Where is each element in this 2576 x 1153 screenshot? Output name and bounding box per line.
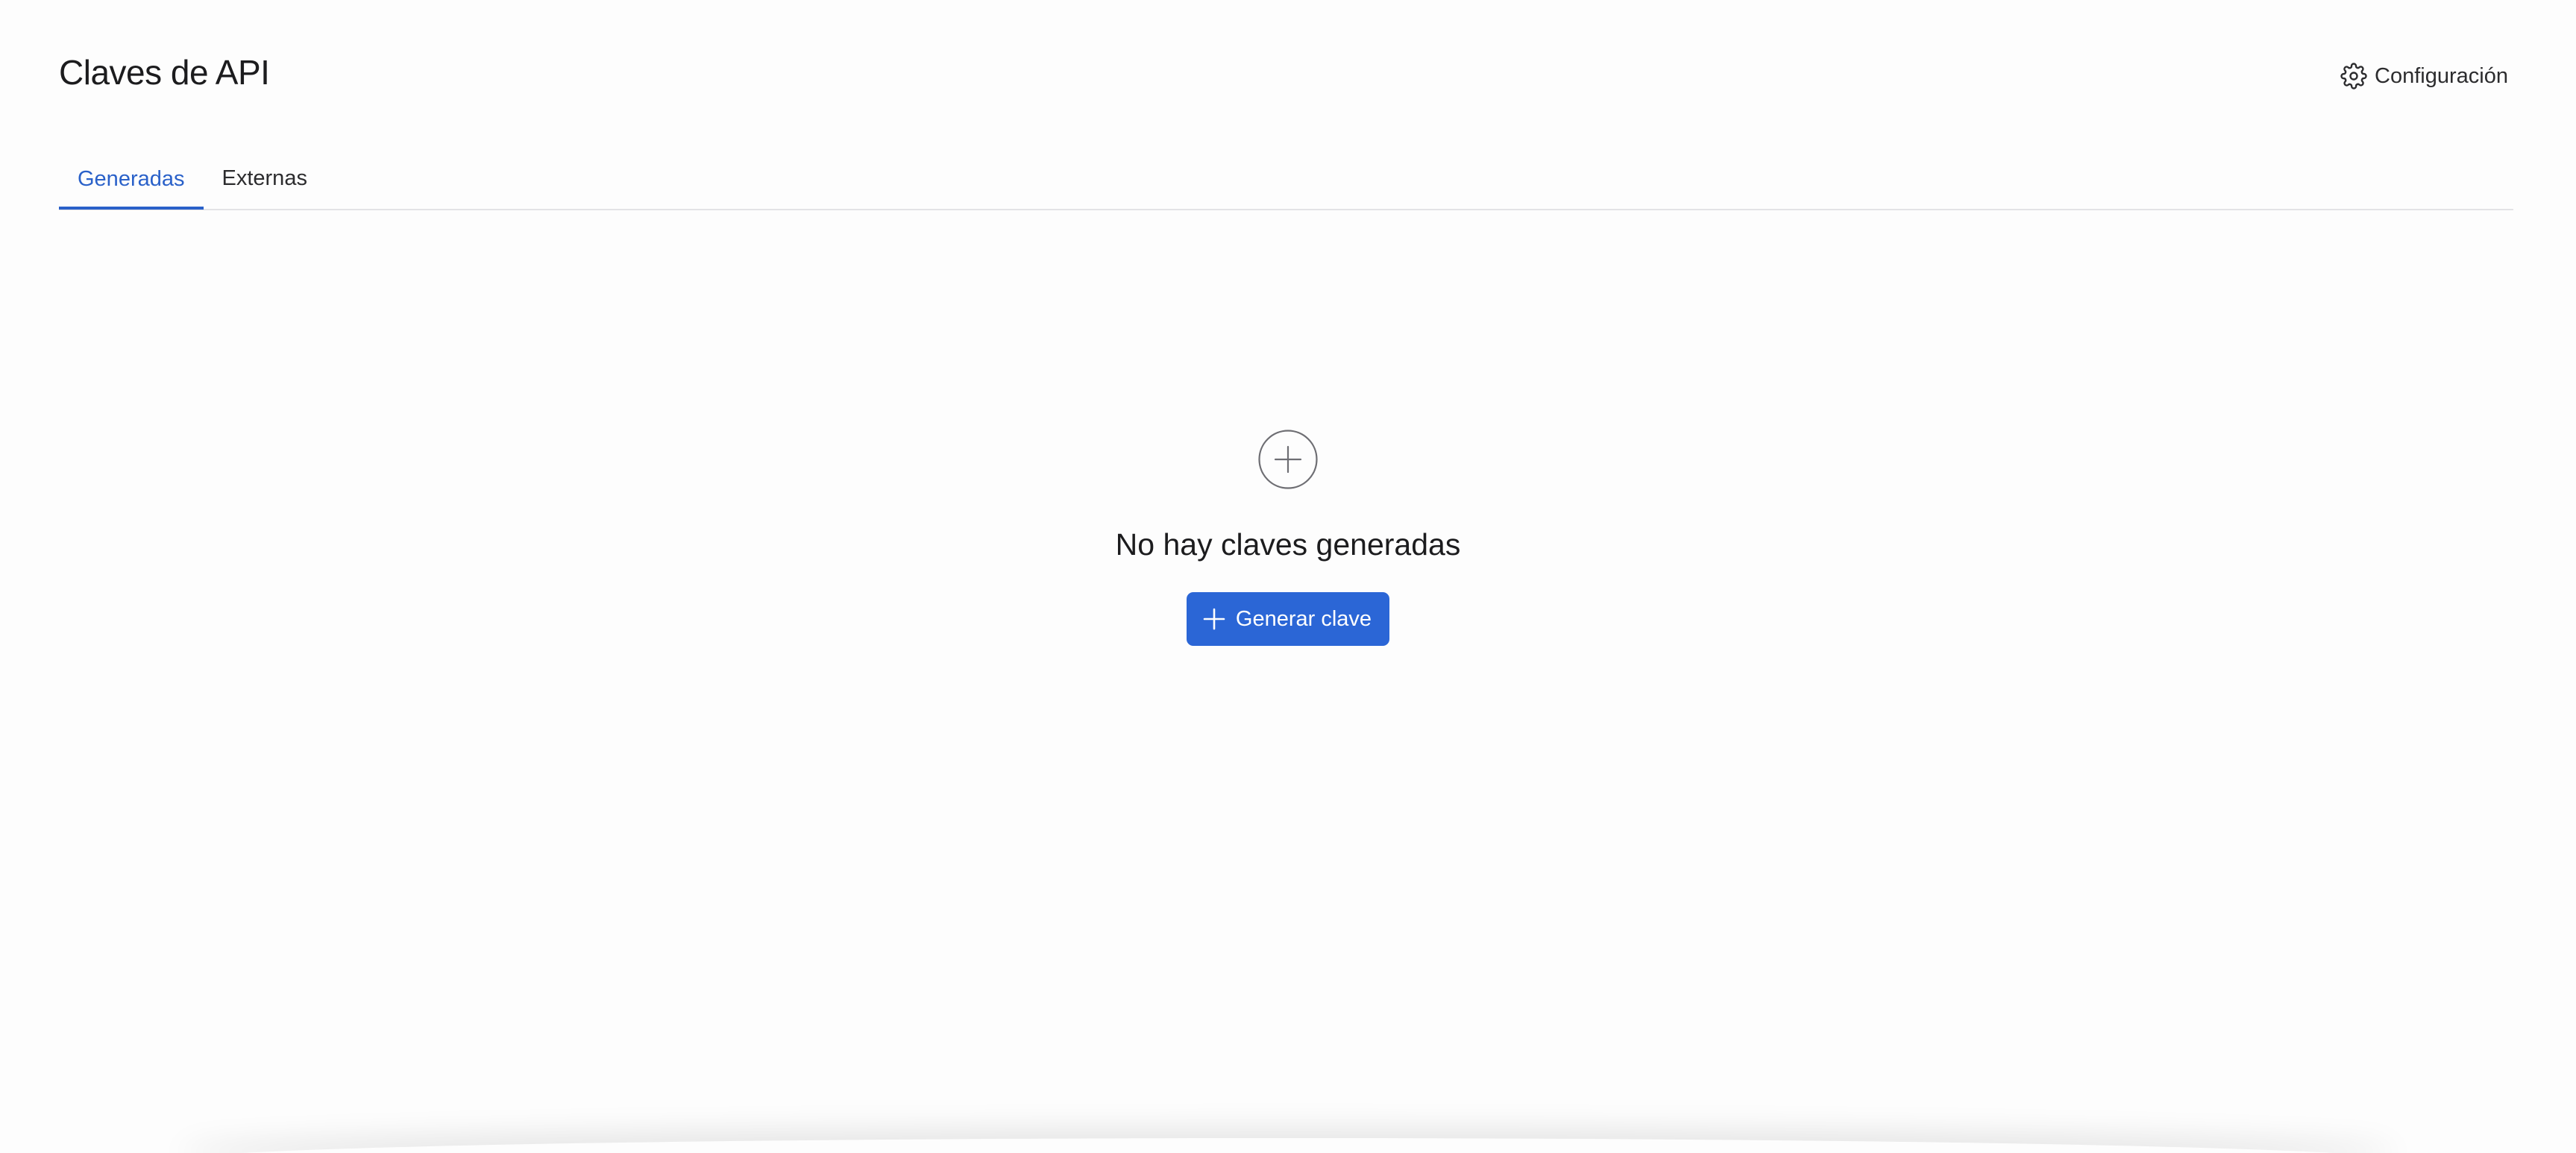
generate-key-label: Generar clave (1235, 606, 1372, 631)
page-title: Claves de API (59, 53, 270, 92)
generate-key-button[interactable]: Generar clave (1186, 592, 1390, 646)
settings-label: Configuración (2375, 63, 2508, 88)
plus-icon (1201, 606, 1227, 632)
plus-circle-icon (1257, 429, 1319, 490)
bottom-panel-shadow (179, 1138, 2397, 1153)
empty-state-message: No hay claves generadas (1115, 527, 1461, 562)
settings-button[interactable]: Configuración (2331, 58, 2517, 94)
page-header: Claves de API Configuración (59, 45, 2517, 104)
tab-externas[interactable]: Externas (204, 149, 326, 207)
empty-state: No hay claves generadas Generar clave (0, 429, 2576, 646)
gear-icon (2340, 63, 2367, 89)
api-keys-page: Claves de API Configuración Generadas Ex… (0, 0, 2576, 1153)
tab-bar: Generadas Externas (59, 149, 2513, 210)
tab-generadas[interactable]: Generadas (59, 149, 204, 210)
